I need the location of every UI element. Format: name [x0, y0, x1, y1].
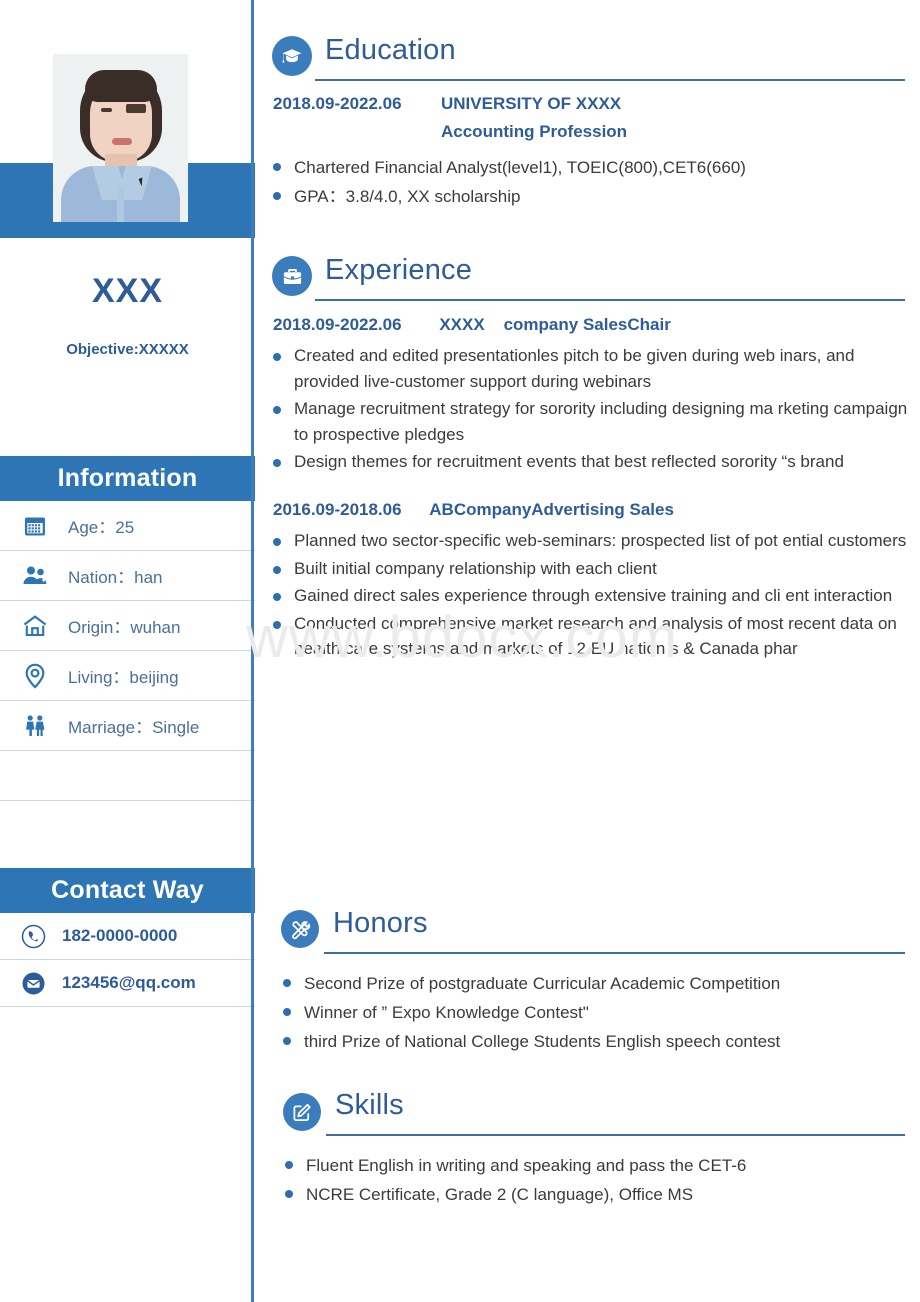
experience-rule [315, 299, 905, 301]
info-text-living: Living：beijing [68, 668, 179, 687]
education-title: Education [325, 34, 456, 66]
info-row-living: Living：beijing [0, 651, 255, 701]
info-text-origin: Origin：wuhan [68, 618, 181, 637]
sidebar: XXX Objective:XXXXX Information Age：25 N… [0, 0, 255, 1302]
education-bullets: Chartered Financial Analyst(level1), TOE… [255, 153, 920, 211]
phone-icon [18, 921, 48, 951]
briefcase-icon [272, 256, 312, 296]
section-skills: Skills Fluent English in writing and spe… [255, 1087, 920, 1209]
info-text-nation: Nation：han [68, 568, 163, 587]
education-school: UNIVERSITY OF XXXX [441, 94, 622, 113]
couple-icon [18, 709, 52, 743]
list-item: GPA：3.8/4.0, XX scholarship [255, 182, 920, 211]
tools-icon [281, 910, 319, 948]
experience-entry-2-header: 2016.09-2018.06 ABCompanyAdvertising Sal… [273, 499, 674, 519]
graduation-cap-icon [272, 36, 312, 76]
candidate-objective: Objective:XXXXX [66, 341, 189, 358]
honors-header: Honors [255, 905, 920, 957]
list-item: Manage recruitment strategy for sorority… [255, 396, 920, 447]
photo-shirt-placket [117, 186, 124, 222]
experience-entry-1-bullets: Created and edited presentationles pitch… [255, 343, 920, 475]
honors-title: Honors [333, 907, 428, 939]
location-icon [18, 659, 52, 693]
section-honors: Honors Second Prize of postgraduate Curr… [255, 905, 920, 1057]
contact-list: 182-0000-0000 123456@qq.com [0, 913, 255, 1007]
info-text-marriage: Marriage：Single [68, 718, 200, 737]
information-empty-row [0, 751, 255, 801]
pencil-edit-icon [283, 1093, 321, 1131]
contact-text-email: 123456@qq.com [62, 973, 196, 992]
education-major: Accounting Profession [441, 121, 628, 141]
info-row-origin: Origin：wuhan [0, 601, 255, 651]
contact-row-email[interactable]: 123456@qq.com [0, 960, 255, 1007]
home-icon [18, 609, 52, 643]
avatar [53, 54, 188, 222]
photo-redaction-mark [126, 104, 146, 113]
honors-bullets: Second Prize of postgraduate Curricular … [255, 969, 920, 1057]
list-item: Fluent English in writing and speaking a… [267, 1151, 920, 1180]
education-dates: 2018.09-2022.06 [273, 94, 402, 113]
info-row-nation: Nation：han [0, 551, 255, 601]
list-item: Chartered Financial Analyst(level1), TOE… [255, 153, 920, 182]
list-item: Created and edited presentationles pitch… [255, 343, 920, 394]
list-item: Conducted comprehensive market research … [255, 611, 920, 662]
education-header: Education [255, 32, 920, 84]
list-item: Second Prize of postgraduate Curricular … [265, 969, 920, 998]
information-list: Age：25 Nation：han Origin：wuhan Living：be… [0, 501, 255, 801]
info-text-age: Age：25 [68, 518, 135, 537]
contact-text-phone: 182-0000-0000 [62, 926, 178, 945]
photo-fringe [85, 70, 157, 102]
education-rule [315, 79, 905, 81]
experience-entry-1-header: 2018.09-2022.06 XXXX company SalesChair [273, 315, 671, 334]
honors-rule [324, 952, 905, 954]
contact-row-phone[interactable]: 182-0000-0000 [0, 913, 255, 960]
experience-entry-2-bullets: Planned two sector-specific web-seminars… [255, 528, 920, 662]
info-row-age: Age：25 [0, 501, 255, 551]
photo-mouth [112, 138, 132, 145]
section-education: Education 2018.09-2022.06 UNIVERSITY OF … [255, 32, 920, 212]
list-item: third Prize of National College Students… [265, 1027, 920, 1056]
resume-page: www.bdocx.com XXX Objective:XXXXX Inform… [0, 0, 920, 1302]
list-item: Design themes for recruitment events tha… [255, 449, 920, 475]
skills-rule [326, 1134, 905, 1136]
information-heading: Information [0, 456, 255, 501]
list-item: Gained direct sales experience through e… [255, 583, 920, 609]
column-divider [251, 0, 254, 1302]
skills-header: Skills [255, 1087, 920, 1139]
main-column: Education 2018.09-2022.06 UNIVERSITY OF … [255, 0, 920, 1302]
calendar-icon [18, 509, 52, 543]
list-item: Winner of ” Expo Knowledge Contest" [265, 998, 920, 1027]
mail-icon [18, 968, 48, 998]
people-icon [18, 559, 52, 593]
education-entry: 2018.09-2022.06 UNIVERSITY OF XXXX Accou… [255, 84, 920, 145]
list-item: Planned two sector-specific web-seminars… [255, 528, 920, 554]
list-item: NCRE Certificate, Grade 2 (C language), … [267, 1180, 920, 1209]
candidate-name: XXX [91, 272, 164, 310]
experience-header: Experience [255, 252, 920, 304]
info-row-marriage: Marriage：Single [0, 701, 255, 751]
skills-bullets: Fluent English in writing and speaking a… [255, 1151, 920, 1209]
skills-title: Skills [335, 1089, 404, 1121]
list-item: Built initial company relationship with … [255, 556, 920, 582]
experience-title: Experience [325, 254, 473, 286]
photo-eye-left [101, 108, 112, 112]
section-experience: Experience 2018.09-2022.06 XXXX company … [255, 252, 920, 664]
education-school-block: UNIVERSITY OF XXXX Accounting Profession [441, 90, 627, 145]
contact-heading: Contact Way [0, 868, 255, 913]
